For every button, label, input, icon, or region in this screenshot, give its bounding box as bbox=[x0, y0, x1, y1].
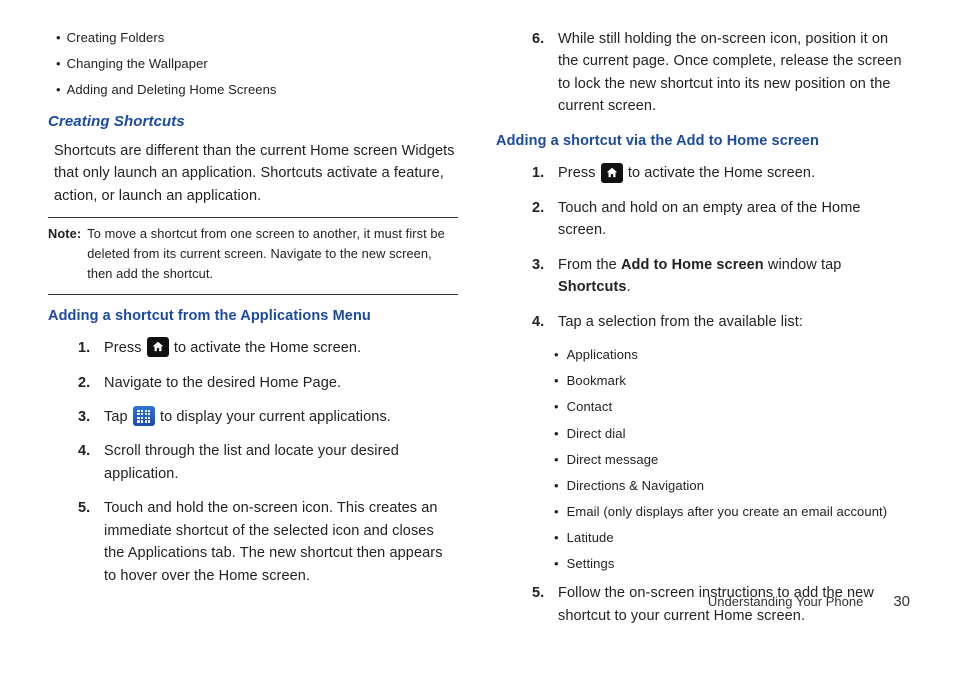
list-item-label: Applications bbox=[567, 345, 638, 365]
note-label: Note: bbox=[48, 224, 81, 283]
step-number: 4. bbox=[78, 440, 104, 462]
bullet-icon: • bbox=[554, 554, 559, 574]
list-item-label: Directions & Navigation bbox=[567, 476, 704, 496]
step-text: Tap a selection from the available list: bbox=[558, 311, 912, 333]
step-number: 5. bbox=[532, 582, 558, 604]
steps-right: 1. Press to activate the Home screen. 2.… bbox=[532, 162, 912, 333]
list-item-label: Changing the Wallpaper bbox=[67, 54, 208, 74]
list-item: • Contact bbox=[554, 397, 912, 417]
list-item-label: Email (only displays after you create an… bbox=[567, 502, 888, 522]
list-item-label: Direct dial bbox=[567, 424, 626, 444]
list-item-label: Bookmark bbox=[567, 371, 626, 391]
bullet-icon: • bbox=[554, 397, 559, 417]
step-number: 6. bbox=[532, 28, 558, 50]
shortcuts-paragraph: Shortcuts are different than the current… bbox=[54, 140, 458, 207]
bullet-icon: • bbox=[56, 28, 61, 48]
step-number: 1. bbox=[532, 162, 558, 184]
bullet-icon: • bbox=[554, 371, 559, 391]
divider-top bbox=[48, 217, 458, 218]
step-5: 5. Touch and hold the on-screen icon. Th… bbox=[78, 497, 458, 587]
step-2: 2. Touch and hold on an empty area of th… bbox=[532, 197, 912, 242]
bullet-icon: • bbox=[554, 424, 559, 444]
footer-section-title: Understanding Your Phone bbox=[708, 594, 863, 609]
steps-left: 1. Press to activate the Home screen. 2.… bbox=[78, 337, 458, 587]
step-2: 2. Navigate to the desired Home Page. bbox=[78, 372, 458, 394]
step-text: From the Add to Home screen window tap S… bbox=[558, 254, 912, 299]
step-number: 2. bbox=[78, 372, 104, 394]
step-number: 3. bbox=[532, 254, 558, 276]
step-3: 3. From the Add to Home screen window ta… bbox=[532, 254, 912, 299]
left-column: • Creating Folders • Changing the Wallpape… bbox=[48, 28, 458, 639]
step-number: 4. bbox=[532, 311, 558, 333]
step-text: Press to activate the Home screen. bbox=[558, 162, 912, 184]
step-number: 3. bbox=[78, 406, 104, 428]
list-item: • Settings bbox=[554, 554, 912, 574]
heading-adding-via-add-home: Adding a shortcut via the Add to Home sc… bbox=[496, 130, 912, 152]
step-number: 2. bbox=[532, 197, 558, 219]
list-item-label: Creating Folders bbox=[67, 28, 165, 48]
heading-adding-from-apps-menu: Adding a shortcut from the Applications … bbox=[48, 305, 458, 327]
list-item: • Changing the Wallpaper bbox=[56, 54, 458, 74]
list-item: • Direct dial bbox=[554, 424, 912, 444]
step-4: 4. Scroll through the list and locate yo… bbox=[78, 440, 458, 485]
bullet-icon: • bbox=[56, 80, 61, 100]
bullet-icon: • bbox=[554, 528, 559, 548]
bullet-icon: • bbox=[554, 502, 559, 522]
bullet-icon: • bbox=[56, 54, 61, 74]
note-text: To move a shortcut from one screen to an… bbox=[87, 224, 458, 283]
shortcut-types-list: • Applications • Bookmark • Contact • Direct… bbox=[554, 345, 912, 574]
top-bullet-list: • Creating Folders • Changing the Wallpape… bbox=[56, 28, 458, 100]
step-number: 5. bbox=[78, 497, 104, 519]
step-4: 4. Tap a selection from the available li… bbox=[532, 311, 912, 333]
step-text: While still holding the on-screen icon, … bbox=[558, 28, 912, 118]
bullet-icon: • bbox=[554, 450, 559, 470]
list-item-label: Adding and Deleting Home Screens bbox=[67, 80, 277, 100]
step-text: Touch and hold on an empty area of the H… bbox=[558, 197, 912, 242]
divider-bottom bbox=[48, 294, 458, 295]
list-item: • Latitude bbox=[554, 528, 912, 548]
step-1: 1. Press to activate the Home screen. bbox=[78, 337, 458, 359]
list-item: • Adding and Deleting Home Screens bbox=[56, 80, 458, 100]
list-item: • Bookmark bbox=[554, 371, 912, 391]
list-item: • Applications bbox=[554, 345, 912, 365]
list-item-label: Direct message bbox=[567, 450, 659, 470]
list-item-label: Contact bbox=[567, 397, 613, 417]
apps-grid-icon bbox=[133, 406, 155, 426]
step-text: Press to activate the Home screen. bbox=[104, 337, 458, 359]
step-1: 1. Press to activate the Home screen. bbox=[532, 162, 912, 184]
step-6: 6. While still holding the on-screen ico… bbox=[532, 28, 912, 118]
list-item-label: Settings bbox=[567, 554, 615, 574]
page-number: 30 bbox=[893, 593, 910, 610]
home-icon bbox=[147, 337, 169, 357]
step-text: Touch and hold the on-screen icon. This … bbox=[104, 497, 458, 587]
steps-right-continued: 6. While still holding the on-screen ico… bbox=[532, 28, 912, 118]
list-item: • Directions & Navigation bbox=[554, 476, 912, 496]
list-item: • Email (only displays after you create a… bbox=[554, 502, 912, 522]
step-3: 3. Tap to display your current applicati… bbox=[78, 406, 458, 428]
bullet-icon: • bbox=[554, 476, 559, 496]
right-column: 6. While still holding the on-screen ico… bbox=[502, 28, 912, 639]
list-item: • Creating Folders bbox=[56, 28, 458, 48]
list-item-label: Latitude bbox=[567, 528, 614, 548]
home-icon bbox=[601, 163, 623, 183]
page-footer: Understanding Your Phone 30 bbox=[708, 593, 910, 610]
step-text: Navigate to the desired Home Page. bbox=[104, 372, 458, 394]
heading-creating-shortcuts: Creating Shortcuts bbox=[48, 110, 458, 133]
note-block: Note: To move a shortcut from one screen… bbox=[48, 224, 458, 283]
step-text: Tap to display your current applications… bbox=[104, 406, 458, 428]
step-number: 1. bbox=[78, 337, 104, 359]
list-item: • Direct message bbox=[554, 450, 912, 470]
step-text: Scroll through the list and locate your … bbox=[104, 440, 458, 485]
bullet-icon: • bbox=[554, 345, 559, 365]
